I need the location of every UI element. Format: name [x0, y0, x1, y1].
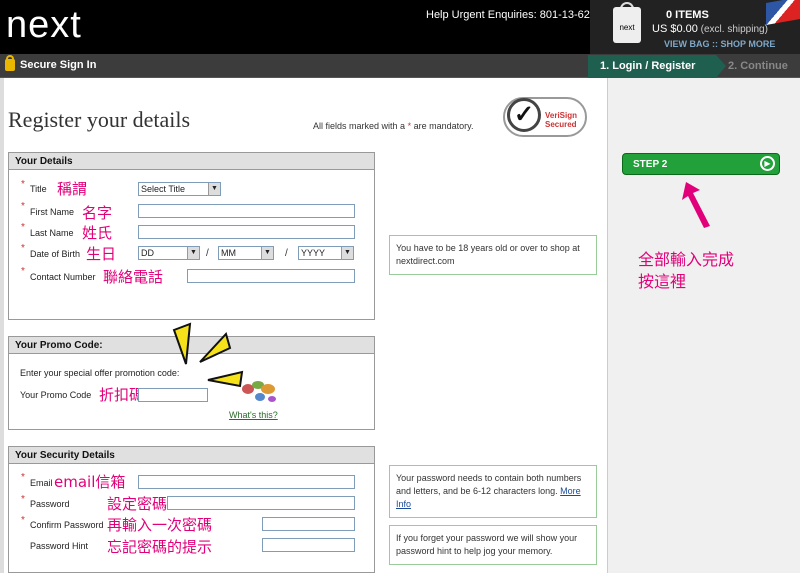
title-select[interactable]: Select Title ▼	[138, 182, 221, 196]
title-label: Title	[30, 184, 47, 194]
verisign-line2: Secured	[545, 120, 577, 129]
next-logo[interactable]: next	[6, 4, 82, 47]
dob-day-select[interactable]: DD ▼	[138, 246, 200, 260]
pink-arrow-icon	[682, 182, 710, 228]
first-name-label: First Name	[30, 207, 75, 217]
step-arrow-icon	[716, 55, 726, 78]
chevron-down-icon: ▼	[208, 183, 220, 195]
dob-day-value: DD	[141, 248, 154, 258]
email-label: Email	[30, 478, 53, 488]
world-map-icon[interactable]	[240, 375, 278, 405]
shopping-bag-icon[interactable]: next	[613, 7, 641, 43]
verisign-line1: VeriSign	[545, 111, 578, 120]
lock-icon	[5, 59, 15, 71]
confirm-password-input[interactable]	[262, 517, 355, 531]
confirm-password-label: Confirm Password	[30, 520, 104, 530]
dob-label: Date of Birth	[30, 249, 81, 259]
password-input[interactable]	[167, 496, 355, 510]
verisign-text: VeriSign Secured	[545, 111, 577, 129]
required-star: *	[21, 472, 25, 483]
mandatory-star: *	[407, 121, 412, 131]
date-separator: /	[285, 248, 288, 259]
first-name-input[interactable]	[138, 204, 355, 218]
confirm-password-annotation: 再輸入一次密碼	[107, 516, 213, 534]
password-annotation: 設定密碼	[107, 495, 168, 513]
view-bag-link[interactable]: VIEW BAG :: SHOP MORE	[664, 39, 775, 49]
play-arrow-icon[interactable]: ▶	[760, 156, 775, 171]
dob-month-value: MM	[221, 248, 236, 258]
last-name-label: Last Name	[30, 228, 74, 238]
left-frame	[0, 78, 4, 573]
password-note-box: Your password needs to contain both numb…	[389, 465, 597, 518]
last-name-input[interactable]	[138, 225, 355, 239]
password-note-text: Your password needs to contain both numb…	[396, 473, 582, 496]
chevron-down-icon: ▼	[187, 247, 199, 259]
required-star: *	[21, 179, 25, 190]
password-hint-label: Password Hint	[30, 541, 89, 551]
sidebar-annotation-line1: 全部輸入完成	[638, 250, 735, 269]
password-hint-annotation: 忘記密碼的提示	[107, 538, 213, 556]
required-star: *	[21, 222, 25, 233]
required-star: *	[21, 201, 25, 212]
dob-month-select[interactable]: MM ▼	[218, 246, 274, 260]
contact-annotation: 聯絡電話	[103, 268, 164, 286]
title-annotation: 稱謂	[57, 180, 88, 198]
step-login-register: 1. Login / Register	[588, 55, 716, 78]
title-select-value: Select Title	[141, 184, 186, 194]
hint-note-box: If you forget your password we will show…	[389, 525, 597, 565]
password-hint-input[interactable]	[262, 538, 355, 552]
secure-sign-in-title: Secure Sign In	[20, 59, 97, 71]
chevron-down-icon: ▼	[261, 247, 273, 259]
age-note-box: You have to be 18 years old or over to s…	[389, 235, 597, 275]
page-title: Register your details	[8, 107, 191, 132]
contact-label: Contact Number	[30, 272, 96, 282]
attention-marks-icon	[172, 322, 244, 388]
step2-button[interactable]: STEP 2	[622, 153, 780, 175]
security-heading: Your Security Details	[9, 447, 374, 464]
promo-intro: Enter your special offer promotion code:	[20, 368, 180, 378]
cart-price-value: US $0.00	[652, 23, 698, 35]
checkmark-icon: ✓	[507, 98, 541, 132]
dob-year-select[interactable]: YYYY ▼	[298, 246, 354, 260]
first-name-annotation: 名字	[82, 204, 113, 222]
required-star: *	[21, 266, 25, 277]
required-star: *	[21, 515, 25, 526]
chevron-down-icon: ▼	[341, 247, 353, 259]
last-name-annotation: 姓氏	[82, 224, 113, 242]
required-star: *	[21, 243, 25, 254]
step-continue: 2. Continue	[728, 60, 788, 72]
cart-price: US $0.00 (excl. shipping)	[652, 23, 768, 35]
dob-year-value: YYYY	[301, 248, 326, 258]
email-input[interactable]	[138, 475, 355, 489]
your-details-heading: Your Details	[9, 153, 374, 170]
mandatory-note-pre: All fields marked with a	[313, 121, 406, 131]
mandatory-note-post: are mandatory.	[413, 121, 474, 131]
mandatory-note: All fields marked with a * are mandatory…	[313, 121, 473, 131]
password-label: Password	[30, 499, 70, 509]
cart-item-count: 0 ITEMS	[666, 9, 709, 21]
whats-this-link[interactable]: What's this?	[229, 410, 278, 420]
required-star: *	[21, 494, 25, 505]
promo-label: Your Promo Code	[20, 390, 92, 400]
date-separator: /	[206, 248, 209, 259]
contact-number-input[interactable]	[187, 269, 355, 283]
email-annotation: email信箱	[54, 473, 126, 491]
dob-annotation: 生日	[86, 245, 117, 263]
help-text[interactable]: Help Urgent Enquiries: 801-13-6221	[426, 9, 602, 21]
cart-shipping-note: (excl. shipping)	[700, 24, 768, 35]
sidebar-annotation-line2: 按這裡	[638, 272, 687, 291]
